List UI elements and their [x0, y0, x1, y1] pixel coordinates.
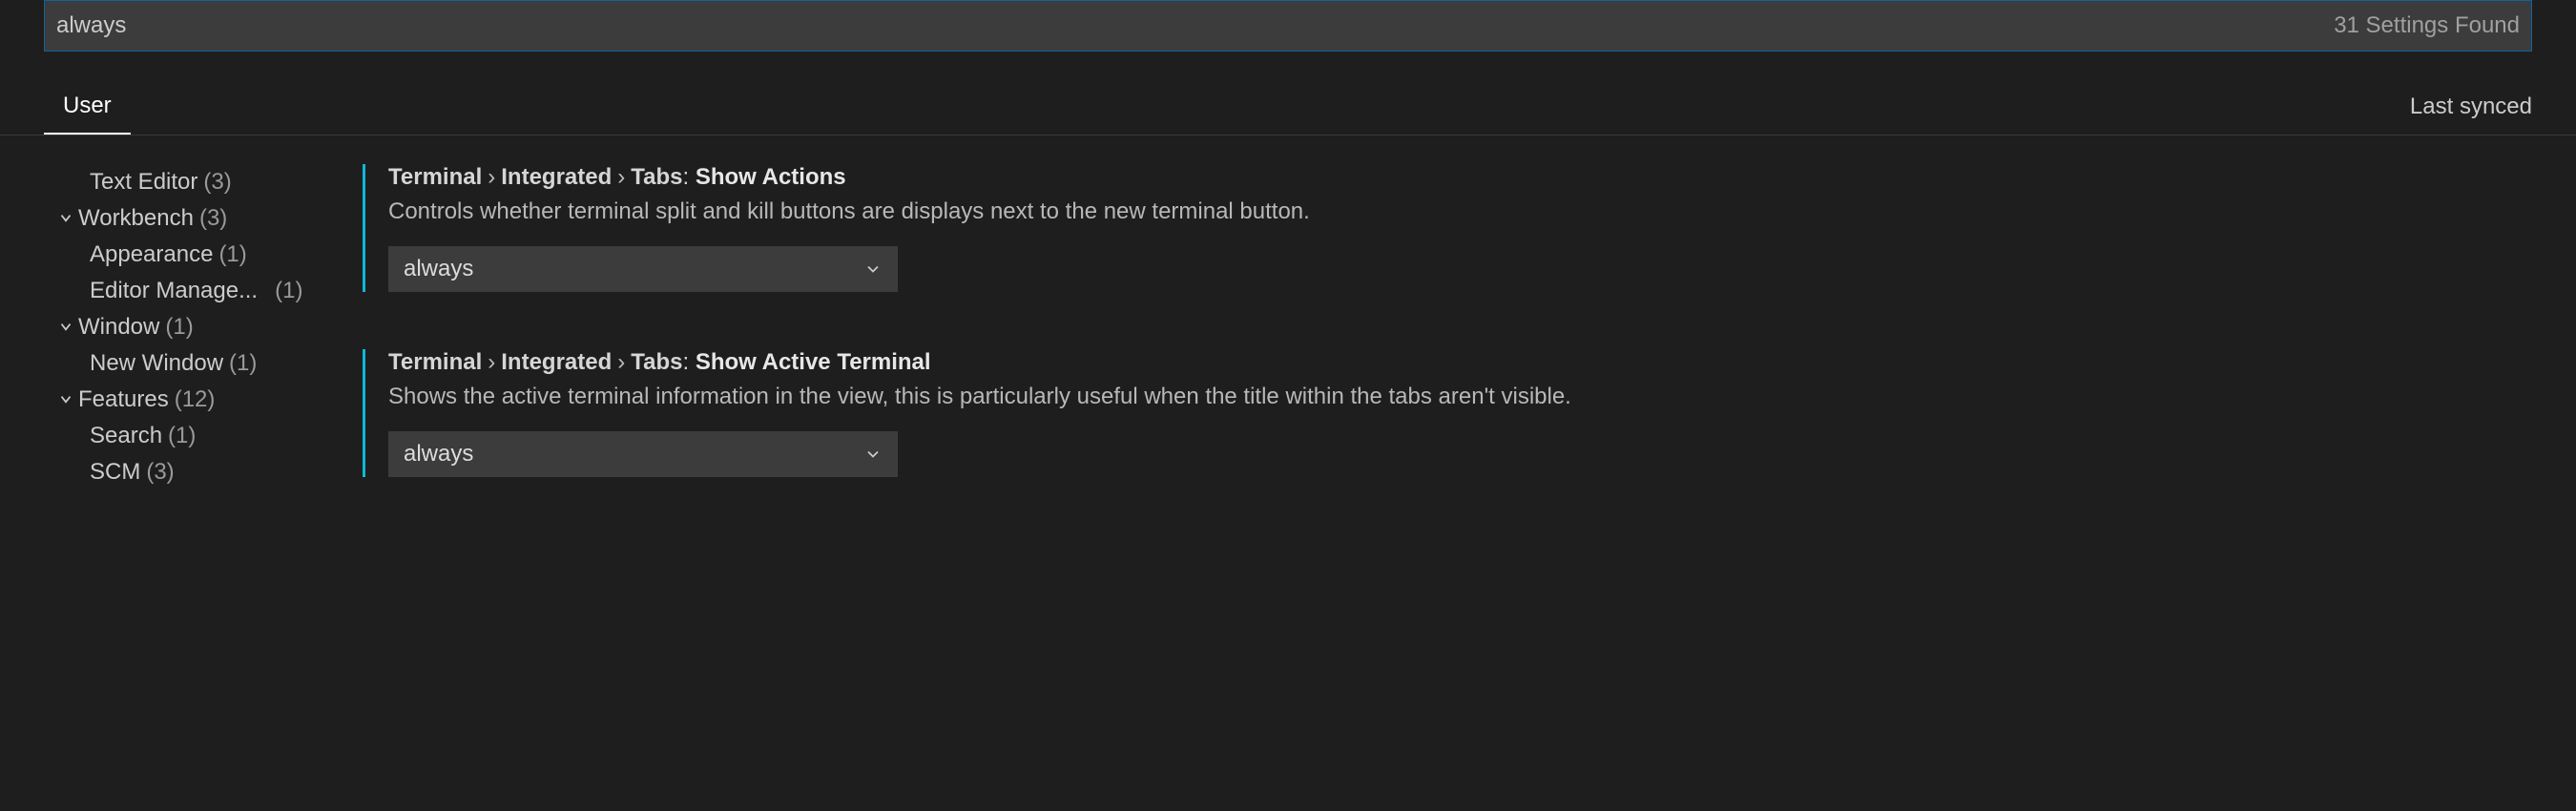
toc-item-appearance[interactable]: Appearance (1)	[57, 237, 363, 273]
toc-count: (3)	[146, 459, 174, 486]
breadcrumb-separator-icon: ›	[482, 349, 501, 375]
setting-description: Controls whether terminal split and kill…	[388, 198, 2538, 225]
toc-count: (12)	[175, 386, 216, 413]
toc-count: (1)	[168, 423, 196, 449]
toc-label: Appearance	[90, 241, 213, 268]
settings-search-count: 31 Settings Found	[2318, 12, 2520, 39]
chevron-down-icon	[863, 260, 883, 279]
settings-sync-status[interactable]: Last synced	[2410, 94, 2532, 120]
chevron-down-icon	[57, 391, 74, 408]
toc-count: (1)	[218, 241, 246, 268]
toc-count: (3)	[203, 169, 231, 196]
toc-count: (1)	[229, 350, 257, 377]
toc-label: SCM	[90, 459, 140, 486]
setting-item: Terminal›Integrated›Tabs: Show Actions C…	[363, 164, 2538, 292]
settings-toc: Text Editor (3) Workbench (3) Appearance…	[0, 164, 363, 534]
toc-count: (1)	[165, 314, 193, 341]
chevron-down-icon	[863, 445, 883, 464]
toc-label: Workbench	[78, 205, 194, 232]
breadcrumb-separator-icon: ›	[482, 164, 501, 190]
toc-item-editor-management[interactable]: Editor Manage... (1)	[57, 273, 363, 309]
toc-label: Text Editor	[90, 169, 197, 196]
chevron-down-icon	[57, 319, 74, 336]
toc-count: (3)	[199, 205, 227, 232]
toc-label: Window	[78, 314, 159, 341]
toc-item-new-window[interactable]: New Window (1)	[57, 345, 363, 382]
toc-item-workbench[interactable]: Workbench (3)	[57, 200, 363, 237]
toc-item-window[interactable]: Window (1)	[57, 309, 363, 345]
setting-title: Terminal›Integrated›Tabs: Show Active Te…	[388, 349, 2538, 376]
setting-select[interactable]: always	[388, 246, 898, 292]
toc-count: (1)	[275, 278, 302, 304]
breadcrumb-separator-icon: ›	[612, 349, 631, 375]
toc-item-text-editor[interactable]: Text Editor (3)	[57, 164, 363, 200]
setting-title: Terminal›Integrated›Tabs: Show Actions	[388, 164, 2538, 191]
toc-label: Features	[78, 386, 169, 413]
settings-search-box[interactable]: 31 Settings Found	[44, 0, 2532, 52]
toc-item-scm[interactable]: SCM (3)	[57, 454, 363, 490]
chevron-down-icon	[57, 210, 74, 227]
setting-description: Shows the active terminal information in…	[388, 384, 2538, 410]
toc-item-features[interactable]: Features (12)	[57, 382, 363, 418]
setting-select[interactable]: always	[388, 431, 898, 477]
tab-user[interactable]: User	[44, 93, 131, 135]
toc-label: New Window	[90, 350, 223, 377]
toc-label: Search	[90, 423, 162, 449]
select-value: always	[404, 256, 473, 282]
toc-label: Editor Manage...	[90, 278, 258, 304]
select-value: always	[404, 441, 473, 468]
settings-list: Terminal›Integrated›Tabs: Show Actions C…	[363, 164, 2576, 534]
settings-search-input[interactable]	[56, 12, 2318, 39]
breadcrumb-separator-icon: ›	[612, 164, 631, 190]
setting-item: Terminal›Integrated›Tabs: Show Active Te…	[363, 349, 2538, 477]
toc-item-search[interactable]: Search (1)	[57, 418, 363, 454]
